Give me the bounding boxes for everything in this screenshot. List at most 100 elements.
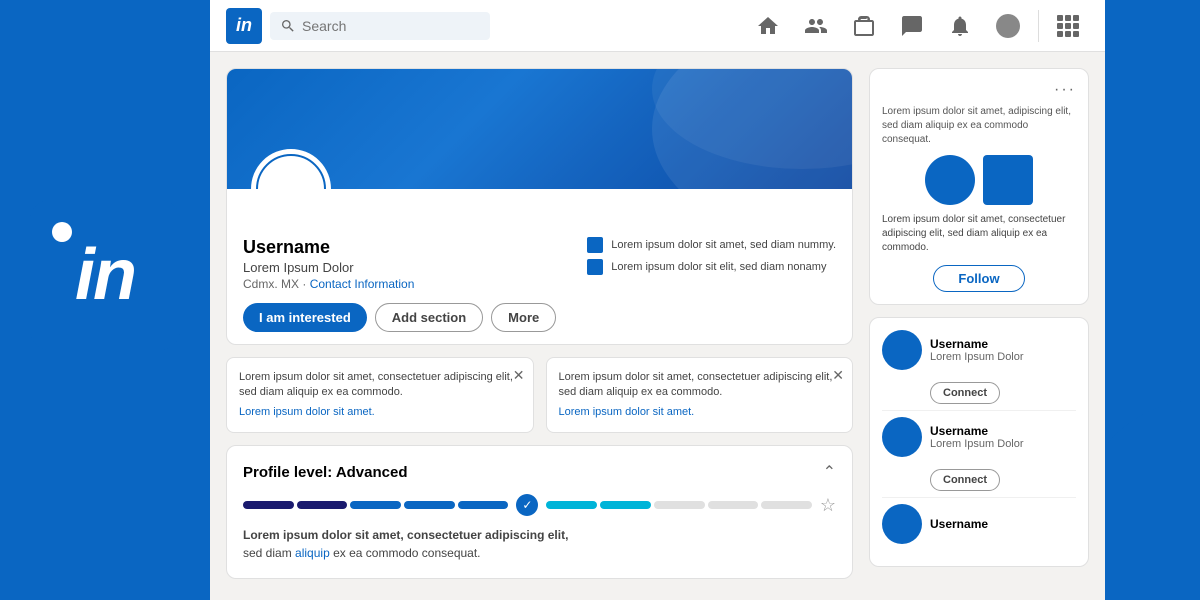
person-divider-2 xyxy=(882,497,1076,498)
prog-seg-4 xyxy=(404,501,455,509)
person-name-3: Username xyxy=(930,517,1076,531)
suggestion-text-2: Lorem ipsum dolor sit amet, consectetuer… xyxy=(559,371,833,398)
profile-info: Username Lorem Ipsum Dolor Cdmx. MX · Co… xyxy=(227,189,852,303)
contact-info-link[interactable]: Contact Information xyxy=(310,277,415,291)
progress-star[interactable]: ☆ xyxy=(820,495,836,516)
nav-profile[interactable] xyxy=(986,10,1030,42)
profile-location: Cdmx. MX · Contact Information xyxy=(243,277,571,291)
prog-seg-5 xyxy=(458,501,509,509)
person-name-1: Username xyxy=(930,337,1076,351)
person-info-1: Username Lorem Ipsum Dolor xyxy=(930,337,1076,363)
person-avatar-1 xyxy=(882,330,922,370)
promo-card: ··· Lorem ipsum dolor sit amet, adipisci… xyxy=(869,68,1089,305)
profile-details: Username Lorem Ipsum Dolor Cdmx. MX · Co… xyxy=(243,237,571,291)
suggestion-close-2[interactable]: ✕ xyxy=(832,366,844,386)
nav-jobs[interactable] xyxy=(842,10,886,42)
person-title-1: Lorem Ipsum Dolor xyxy=(930,351,1076,363)
progress-check: ✓ xyxy=(516,494,538,516)
suggestion-card-2: ✕ Lorem ipsum dolor sit amet, consectetu… xyxy=(546,357,854,433)
interested-button[interactable]: I am interested xyxy=(243,303,367,332)
profile-name: Username xyxy=(243,237,571,258)
profile-actions: I am interested Add section More xyxy=(227,303,852,344)
promo-more-icon[interactable]: ··· xyxy=(1054,81,1076,99)
person-info-2: Username Lorem Ipsum Dolor xyxy=(930,424,1076,450)
promo-circle xyxy=(925,155,975,205)
follow-button[interactable]: Follow xyxy=(933,265,1024,292)
connect-button-2[interactable]: Connect xyxy=(930,469,1000,491)
collapse-button[interactable]: ⌃ xyxy=(823,462,836,482)
banner-wave xyxy=(552,69,852,189)
profile-title: Lorem Ipsum Dolor xyxy=(243,260,571,275)
chat-icon xyxy=(900,14,924,38)
page-body: Username Lorem Ipsum Dolor Cdmx. MX · Co… xyxy=(210,52,1105,600)
promo-images xyxy=(882,155,1076,205)
logo-text: in xyxy=(75,239,135,311)
suggestion-link-2[interactable]: Lorem ipsum dolor sit amet. xyxy=(559,405,841,420)
search-bar[interactable] xyxy=(270,12,490,40)
more-button[interactable]: More xyxy=(491,303,556,332)
search-input[interactable] xyxy=(302,18,462,34)
prog-seg-3 xyxy=(350,501,401,509)
progress-segments-2 xyxy=(546,501,811,509)
nav-notifications[interactable] xyxy=(938,10,982,42)
person-item-2: Username Lorem Ipsum Dolor xyxy=(882,417,1076,457)
right-sidebar: ··· Lorem ipsum dolor sit amet, adipisci… xyxy=(869,68,1089,584)
profile-card: Username Lorem Ipsum Dolor Cdmx. MX · Co… xyxy=(226,68,853,345)
person-avatar-2 xyxy=(882,417,922,457)
navbar: in xyxy=(210,0,1105,52)
navbar-logo: in xyxy=(226,8,262,44)
progress-segments xyxy=(243,501,508,509)
suggestion-card-1: ✕ Lorem ipsum dolor sit amet, consectetu… xyxy=(226,357,534,433)
promo-square xyxy=(983,155,1033,205)
metric-2: Lorem ipsum dolor sit elit, sed diam non… xyxy=(587,259,836,275)
promo-desc: Lorem ipsum dolor sit amet, consectetuer… xyxy=(882,213,1076,255)
main-column: Username Lorem Ipsum Dolor Cdmx. MX · Co… xyxy=(226,68,853,584)
search-icon xyxy=(280,18,296,34)
logo-dot xyxy=(52,222,72,242)
prog-seg-2 xyxy=(297,501,348,509)
profile-avatar xyxy=(251,149,331,189)
prog-seg-7 xyxy=(600,501,651,509)
promo-card-header: ··· xyxy=(882,81,1076,99)
connect-button-1[interactable]: Connect xyxy=(930,382,1000,404)
metric-1: Lorem ipsum dolor sit amet, sed diam num… xyxy=(587,237,836,253)
person-item-3: Username xyxy=(882,504,1076,544)
prog-seg-8 xyxy=(654,501,705,509)
metric-box-1 xyxy=(587,237,603,253)
bell-icon xyxy=(948,14,972,38)
suggestion-link-1[interactable]: Lorem ipsum dolor sit amet. xyxy=(239,405,521,420)
person-item-1: Username Lorem Ipsum Dolor xyxy=(882,330,1076,370)
nav-messaging[interactable] xyxy=(890,10,934,42)
person-info-3: Username xyxy=(930,517,1076,531)
prog-seg-9 xyxy=(708,501,759,509)
people-icon xyxy=(804,14,828,38)
person-name-2: Username xyxy=(930,424,1076,438)
profile-banner xyxy=(227,69,852,189)
suggestion-close-1[interactable]: ✕ xyxy=(513,366,525,386)
prog-seg-6 xyxy=(546,501,597,509)
suggestion-row: ✕ Lorem ipsum dolor sit amet, consectetu… xyxy=(226,357,853,433)
nav-icons xyxy=(746,10,1089,42)
prog-seg-10 xyxy=(761,501,812,509)
profile-level-card: Profile level: Advanced ⌃ ✓ xyxy=(226,445,853,579)
metric-text-2: Lorem ipsum dolor sit elit, sed diam non… xyxy=(611,260,826,274)
nav-home[interactable] xyxy=(746,10,790,42)
main-wrapper: in xyxy=(210,0,1105,600)
avatar-circle xyxy=(996,14,1020,38)
profile-metrics: Lorem ipsum dolor sit amet, sed diam num… xyxy=(587,237,836,275)
home-icon xyxy=(756,14,780,38)
suggestion-text-1: Lorem ipsum dolor sit amet, consectetuer… xyxy=(239,371,513,398)
people-card: Username Lorem Ipsum Dolor Connect Usern… xyxy=(869,317,1089,567)
person-divider-1 xyxy=(882,410,1076,411)
metric-text-1: Lorem ipsum dolor sit amet, sed diam num… xyxy=(611,238,836,252)
metric-box-2 xyxy=(587,259,603,275)
prog-seg-1 xyxy=(243,501,294,509)
grid-icon xyxy=(1057,15,1079,37)
add-section-button[interactable]: Add section xyxy=(375,303,483,332)
briefcase-icon xyxy=(852,14,876,38)
progress-bar-container: ✓ ☆ xyxy=(243,494,836,516)
nav-apps[interactable] xyxy=(1047,11,1089,41)
profile-level-link[interactable]: aliquip xyxy=(295,546,330,560)
nav-people[interactable] xyxy=(794,10,838,42)
profile-level-header: Profile level: Advanced ⌃ xyxy=(243,462,836,482)
